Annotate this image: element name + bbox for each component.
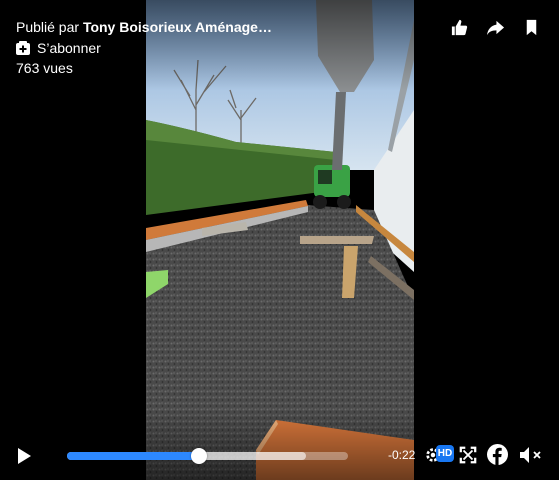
subscribe-icon (16, 41, 30, 55)
time-remaining: -0:22 (388, 448, 416, 462)
progress-thumb[interactable] (191, 448, 208, 464)
posted-by: Publié par Tony Boisorieux Aménage… (16, 18, 346, 36)
bottom-overlay (0, 410, 559, 480)
hd-badge[interactable]: HD (436, 445, 454, 462)
subscribe-label: S’abonner (37, 40, 101, 56)
subscribe-button[interactable]: S’abonner (16, 39, 101, 57)
video-player[interactable]: Publié par Tony Boisorieux Aménage… S’ab… (0, 0, 559, 480)
progress-played (67, 452, 200, 460)
posted-prefix: Publié par (16, 19, 83, 35)
bookmark-icon[interactable] (522, 18, 541, 37)
author-name[interactable]: Tony Boisorieux Aménage… (83, 19, 272, 35)
top-actions (450, 18, 541, 37)
like-icon[interactable] (450, 18, 469, 37)
play-icon (18, 448, 31, 464)
facebook-icon[interactable] (487, 444, 508, 465)
play-button[interactable] (14, 446, 34, 466)
fullscreen-icon[interactable] (459, 446, 477, 464)
share-icon[interactable] (486, 18, 505, 37)
video-meta: Publié par Tony Boisorieux Aménage… S’ab… (16, 18, 346, 77)
progress-bar[interactable] (67, 448, 348, 464)
volume-muted-icon[interactable] (519, 446, 543, 464)
view-count: 763 vues (16, 60, 73, 76)
